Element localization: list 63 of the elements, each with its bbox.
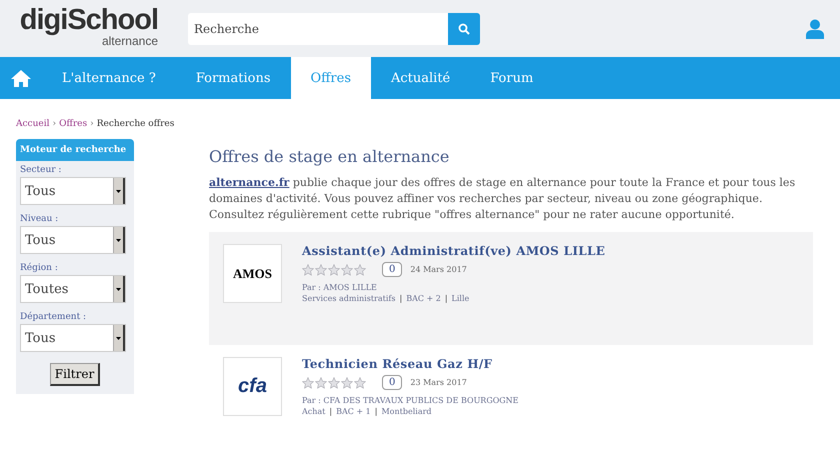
caret-icon [116,190,121,192]
breadcrumb-separator: › [52,119,56,129]
search-icon [458,22,470,34]
breadcrumb-current: Recherche offres [96,119,174,129]
caret-icon [116,238,121,242]
breadcrumb-separator: › [90,119,94,129]
offer-tag: Lille [452,294,470,303]
star-icon [315,376,327,388]
filter-button[interactable]: Filtrer [50,363,100,386]
star-rating[interactable] [302,264,366,276]
offer-tag: Montbeliard [381,407,432,416]
star-icon [328,376,340,388]
filter-label: Région : [20,263,59,273]
star-icon [302,376,314,388]
star-icon [302,264,314,276]
filter-label: Niveau : [20,214,60,224]
offer-date: 24 Mars 2017 [410,265,467,274]
star-icon [341,376,353,388]
dropdown[interactable]: Tous [20,177,126,205]
star-icon [354,376,366,388]
home-icon[interactable] [11,70,31,86]
offer-tag: BAC + 2 [406,294,441,303]
offer-title[interactable]: Technicien Réseau Gaz H/F [302,357,519,371]
user-icon[interactable] [806,18,824,38]
sidebar-title: Moteur de recherche [16,139,134,161]
dropdown[interactable]: Tous [20,226,126,254]
company-logo: AMOS [223,244,282,303]
filter-label: Secteur : [20,165,62,175]
company-logo: cfa [223,357,282,416]
offer-card[interactable]: AMOS Assistant(e) Administratif(ve) AMOS LILLE 0 24 Mars 2017 Par : AMOS LILLE Services administratifs | BAC + 2 | Lille [209,232,813,345]
offer-author: Par : AMOS LILLE [302,283,378,292]
site-link[interactable]: alternance.fr [209,176,290,189]
offer-author: Par : CFA DES TRAVAUX PUBLICS DE BOURGOGNE [302,396,519,405]
caret-icon [116,336,121,340]
dropdown[interactable]: Toutes [20,275,126,303]
tag-separator: | [374,407,378,416]
star-icon [328,264,340,276]
tag-separator: | [444,294,448,303]
offer-tag: Services administratifs [302,294,396,303]
comment-count[interactable]: 0 [382,262,402,277]
offer-tag: BAC + 1 [336,407,371,416]
caret-icon [116,288,121,290]
breadcrumb-link[interactable]: Offres [59,119,88,129]
star-rating[interactable] [302,376,366,388]
offer-card[interactable]: cfa Technicien Réseau Gaz H/F 0 23 Mars 2017 Par : CFA DES TRAVAUX PUBLICS DE BOURGOGNE Achat | BAC + 1 | Montbeliard [209,345,813,454]
search-field[interactable]: Recherche [188,12,448,44]
star-icon [354,264,366,276]
page-title: Offres de stage en alternance [209,147,450,166]
comment-count[interactable]: 0 [382,375,402,390]
filter-label: Département : [20,312,88,322]
star-icon [315,264,327,276]
breadcrumb-link[interactable]: Accueil [16,119,50,129]
offer-date: 23 Mars 2017 [410,378,467,387]
intro-paragraph: alternance.fr publie chaque jour des offres de stage en alternance pour toute la France et pour tous les domaines d'activité. Vous pouvez affiner vos recherches par secteur, niveau ou zone géographique. Consultez régulièrement cette rubrique "offres alternance" pour ne rater aucune opportunité. [209,175,796,223]
logo-text[interactable]: digiSchool [20,6,158,34]
dropdown[interactable]: Tous [20,324,126,352]
star-icon [341,264,353,276]
logo-subtitle: alternance [102,34,158,48]
offer-title[interactable]: Assistant(e) Administratif(ve) AMOS LILLE [302,244,606,258]
tag-separator: | [329,407,332,416]
offer-tag: Achat [302,407,326,416]
tag-separator: | [399,294,402,303]
search-button[interactable] [448,12,480,44]
